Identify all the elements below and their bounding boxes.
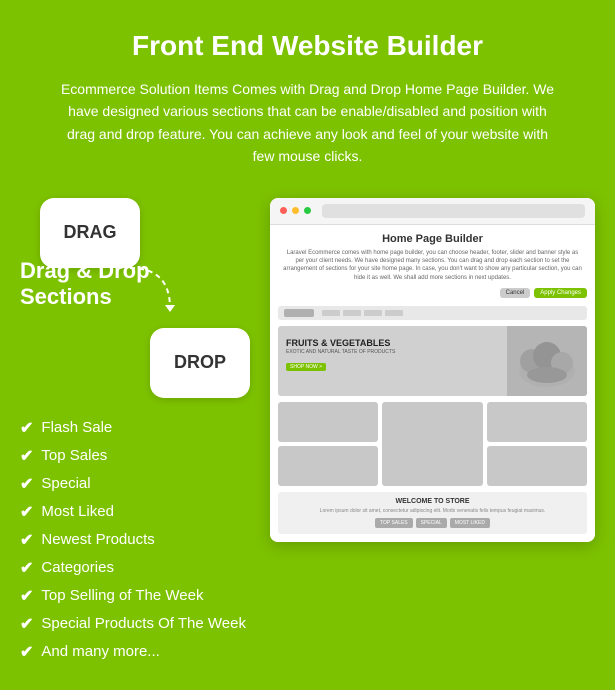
mockup-grid-item-tall bbox=[382, 402, 482, 486]
mockup-banner-title: FRUITS & VEGETABLES bbox=[286, 338, 395, 348]
browser-dot-green bbox=[304, 207, 311, 214]
mockup-banner-subtitle: EXOTIC AND NATURAL TASTE OF PRODUCTS bbox=[286, 349, 395, 355]
right-column: Home Page Builder Laravel Ecommerce come… bbox=[270, 198, 595, 543]
browser-header bbox=[270, 198, 595, 225]
mockup-nav-item bbox=[385, 310, 403, 316]
mockup-banner-text: FRUITS & VEGETABLES EXOTIC AND NATURAL T… bbox=[286, 338, 395, 373]
mockup-grid-item bbox=[278, 402, 378, 442]
browser-dot-red bbox=[280, 207, 287, 214]
mockup-nav-items bbox=[322, 310, 403, 316]
mockup-grid-item bbox=[278, 446, 378, 486]
mockup-shop-now-button[interactable]: SHOP NOW > bbox=[286, 363, 326, 371]
description-text: Ecommerce Solution Items Comes with Drag… bbox=[58, 78, 558, 168]
check-icon: ✔ bbox=[20, 474, 33, 494]
list-item: ✔ Top Selling of The Week bbox=[20, 586, 250, 606]
mockup-apply-button[interactable]: Apply Changes bbox=[534, 288, 587, 298]
mockup-welcome-buttons: TOP SALES SPECIAL MOST LIKED bbox=[284, 518, 581, 528]
list-item: ✔ Most Liked bbox=[20, 502, 250, 522]
mockup-page-title: Home Page Builder bbox=[278, 233, 587, 245]
list-item: ✔ Special bbox=[20, 474, 250, 494]
mockup-nav bbox=[278, 306, 587, 320]
mockup-banner: FRUITS & VEGETABLES EXOTIC AND NATURAL T… bbox=[278, 326, 587, 396]
mockup-special-button[interactable]: SPECIAL bbox=[416, 518, 447, 528]
mockup-grid-item bbox=[487, 446, 587, 486]
browser-url-bar bbox=[322, 204, 585, 218]
mockup-cancel-button[interactable]: Cancel bbox=[500, 288, 531, 298]
main-container: Front End Website Builder Ecommerce Solu… bbox=[0, 0, 615, 690]
page-title: Front End Website Builder bbox=[20, 30, 595, 62]
mockup-nav-item bbox=[343, 310, 361, 316]
mockup-nav-item bbox=[322, 310, 340, 316]
mockup-description: Laravel Ecommerce comes with home page b… bbox=[278, 249, 587, 283]
browser-mockup: Home Page Builder Laravel Ecommerce come… bbox=[270, 198, 595, 543]
list-item: ✔ Special Products Of The Week bbox=[20, 614, 250, 634]
drag-drop-diagram: DRAG Drag & Drop Sections DROP bbox=[20, 198, 250, 398]
list-item: ✔ Top Sales bbox=[20, 446, 250, 466]
check-icon: ✔ bbox=[20, 586, 33, 606]
drag-drop-label: Drag & Drop Sections bbox=[20, 258, 160, 311]
mockup-product-grid bbox=[278, 402, 587, 486]
mockup-welcome-text: Lorem ipsum dolor sit amet, consectetur … bbox=[284, 508, 581, 514]
left-column: DRAG Drag & Drop Sections DROP bbox=[20, 198, 250, 670]
list-item: ✔ Categories bbox=[20, 558, 250, 578]
check-icon: ✔ bbox=[20, 418, 33, 438]
check-icon: ✔ bbox=[20, 530, 33, 550]
feature-checklist: ✔ Flash Sale ✔ Top Sales ✔ Special ✔ Mos… bbox=[20, 418, 250, 670]
mockup-grid-item bbox=[487, 402, 587, 442]
list-item: ✔ Newest Products bbox=[20, 530, 250, 550]
mockup-buttons: Cancel Apply Changes bbox=[278, 288, 587, 298]
content-row: DRAG Drag & Drop Sections DROP bbox=[20, 198, 595, 670]
mockup-top-sales-button[interactable]: TOP SALES bbox=[375, 518, 413, 528]
check-icon: ✔ bbox=[20, 614, 33, 634]
mockup-logo bbox=[284, 309, 314, 317]
mockup-banner-image bbox=[507, 326, 587, 396]
check-icon: ✔ bbox=[20, 502, 33, 522]
drop-label: DROP bbox=[174, 352, 226, 373]
check-icon: ✔ bbox=[20, 558, 33, 578]
list-item: ✔ Flash Sale bbox=[20, 418, 250, 438]
drag-label: DRAG bbox=[64, 222, 117, 243]
browser-dot-yellow bbox=[292, 207, 299, 214]
mockup-inner: Home Page Builder Laravel Ecommerce come… bbox=[270, 225, 595, 543]
drop-box: DROP bbox=[150, 328, 250, 398]
mockup-nav-item bbox=[364, 310, 382, 316]
mockup-welcome-section: WELCOME TO STORE Lorem ipsum dolor sit a… bbox=[278, 492, 587, 534]
check-icon: ✔ bbox=[20, 446, 33, 466]
mockup-most-liked-button[interactable]: MOST LIKED bbox=[450, 518, 490, 528]
mockup-welcome-title: WELCOME TO STORE bbox=[284, 498, 581, 505]
